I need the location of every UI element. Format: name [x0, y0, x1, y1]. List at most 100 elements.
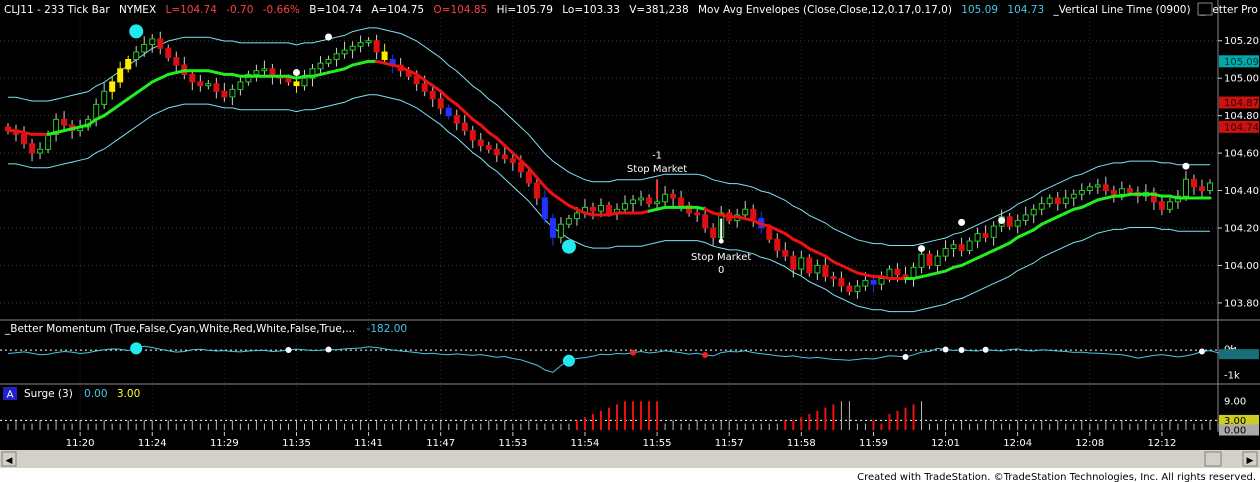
candle-body [1207, 182, 1213, 191]
candle-body [509, 158, 516, 163]
candle-body [966, 240, 973, 252]
candle-body [117, 68, 124, 83]
candle-body [549, 218, 556, 238]
candle-body [1022, 214, 1029, 221]
candle-body [918, 253, 925, 268]
candle-body [590, 206, 596, 212]
momentum-dot [982, 346, 989, 353]
candle-body [125, 59, 132, 70]
candle-body [421, 83, 428, 92]
candle-body [1191, 178, 1197, 188]
time-tick-label: 12:08 [1075, 438, 1104, 449]
candle-body [141, 44, 148, 53]
price-marker-label: 104.74 [1224, 122, 1259, 133]
price-tick-label: 104.80 [1224, 111, 1259, 122]
price-tick-label: 105.00 [1224, 74, 1259, 85]
candle-body [934, 255, 941, 267]
alert-icon-letter: A [7, 390, 14, 401]
signal-dot [325, 33, 333, 41]
candle-body [37, 148, 44, 154]
candle-body [253, 70, 260, 75]
candle-body [982, 233, 989, 238]
candle-body [1102, 184, 1109, 191]
time-tick-label: 11:35 [282, 438, 311, 449]
momentum-dot [702, 352, 709, 358]
candle-body [1166, 201, 1173, 210]
candle-body [45, 133, 52, 150]
candle-body [1158, 201, 1165, 210]
candle-body [325, 59, 332, 64]
candle-body [165, 47, 172, 59]
header-close-box[interactable] [1197, 2, 1213, 16]
candle-body [469, 130, 476, 141]
time-tick-label: 11:54 [571, 438, 600, 449]
candle-body [237, 81, 244, 90]
price-tick-label: 105.20 [1224, 36, 1259, 47]
candle-body [485, 145, 492, 150]
candle-body [862, 279, 869, 287]
time-tick-label: 11:53 [498, 438, 527, 449]
surge-label: Surge (3) [24, 388, 73, 400]
candle-body [606, 205, 612, 214]
scrollbar-track[interactable] [0, 450, 1260, 468]
price-marker-label: 105.09 [1224, 57, 1259, 68]
candle-body [950, 244, 957, 250]
candle-body [21, 133, 27, 145]
momentum-value-marker [1219, 349, 1259, 360]
time-tick-label: 11:55 [643, 438, 672, 449]
candle-body [662, 193, 669, 203]
candle-body [493, 148, 500, 156]
order-annotation: 0 [718, 265, 724, 276]
candle-body [742, 208, 749, 216]
scroll-left-arrow-icon: ◀ [6, 456, 13, 466]
candle-body [341, 49, 348, 55]
candle-body [109, 81, 116, 92]
time-tick-label: 12:04 [1003, 438, 1032, 449]
candle-body [101, 90, 108, 105]
header-line: CLJ11 - 233 Tick Bar NYMEX L=104.74 -0.7… [4, 4, 1260, 16]
candle-body [213, 83, 220, 92]
candle-body [1070, 193, 1077, 199]
candle-body [710, 227, 717, 238]
candle-body [1199, 186, 1205, 192]
candle-body [782, 250, 789, 257]
signal-dot [561, 239, 576, 254]
candle-body [381, 51, 388, 60]
candle-body [766, 227, 773, 240]
momentum-dot [942, 346, 949, 353]
momentum-label: _Better Momentum (True,False,Cyan,White,… [4, 323, 355, 335]
candle-body [830, 276, 837, 280]
candle-body [525, 171, 532, 184]
candle-body [598, 205, 604, 212]
signal-dot [918, 245, 926, 253]
momentum-dot [902, 353, 909, 360]
candle-body [870, 279, 877, 285]
scroll-thumb[interactable] [1204, 451, 1222, 467]
price-tick-label: 103.80 [1224, 298, 1259, 309]
time-tick-label: 11:47 [426, 438, 455, 449]
candle-body [285, 77, 292, 83]
price-marker-label: 104.87 [1224, 98, 1259, 109]
candle-body [1086, 186, 1093, 192]
momentum-dot [1198, 348, 1205, 355]
pct-change: -0.66% [263, 4, 300, 16]
volume: V=381,238 [629, 4, 688, 16]
candle-body [1126, 188, 1133, 193]
candle-body [838, 278, 845, 287]
candle-body [565, 218, 572, 225]
momentum-dot [325, 346, 332, 353]
momentum-value: -182.00 [367, 323, 408, 335]
buy-order-dot [718, 238, 724, 244]
study-envelope-upper: 105.09 [961, 4, 998, 16]
time-tick-label: 11:59 [859, 438, 888, 449]
study-envelope-lower: 104.73 [1007, 4, 1044, 16]
surge-value-1: 0.00 [84, 388, 107, 400]
signal-dot [958, 218, 966, 226]
momentum-dot [130, 342, 143, 355]
ask-price: A=104.75 [371, 4, 424, 16]
candle-body [261, 68, 268, 72]
order-annotation: Stop Market [627, 164, 687, 175]
time-tick-label: 11:41 [354, 438, 383, 449]
candle-body [694, 212, 701, 216]
signal-dot [129, 24, 144, 39]
